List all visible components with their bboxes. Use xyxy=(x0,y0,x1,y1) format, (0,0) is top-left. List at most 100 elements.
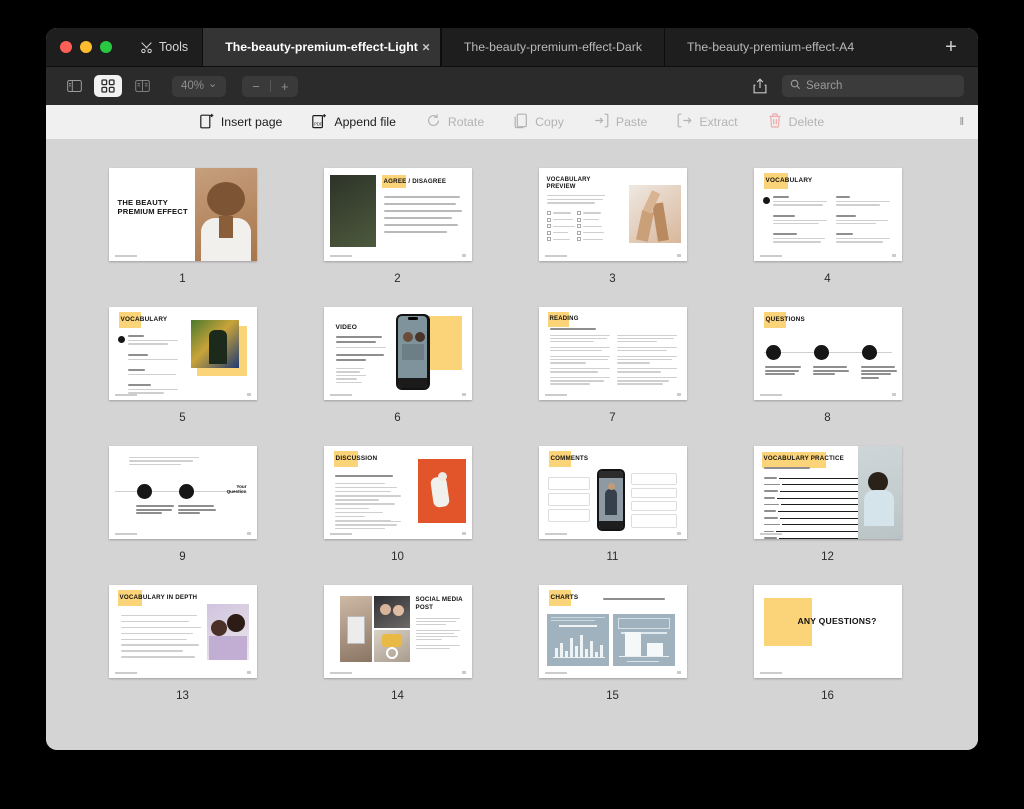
page-cell[interactable]: ANY QUESTIONS? 16 xyxy=(720,585,935,702)
page-cell[interactable]: AGREE / DISAGREE 2 xyxy=(290,168,505,285)
insert-page-button[interactable]: Insert page xyxy=(200,113,282,132)
page-thumbnail-5[interactable]: VOCABULARY xyxy=(108,307,257,400)
page-cell[interactable]: VIDEO 6 xyxy=(290,307,505,424)
page-cell[interactable]: READING 7 xyxy=(505,307,720,424)
new-tab-button[interactable]: + xyxy=(924,28,978,66)
page-thumbnail-6[interactable]: VIDEO xyxy=(323,307,472,400)
sidebar-toggle-icon[interactable] xyxy=(60,75,88,97)
slide-intro-text xyxy=(128,457,199,465)
page-cell[interactable]: CHARTS 15 xyxy=(505,585,720,702)
slide-photo xyxy=(329,175,376,247)
append-file-label: Append file xyxy=(334,115,396,129)
page-thumbnail-11[interactable]: COMMENTS xyxy=(538,446,687,539)
numbered-list xyxy=(120,615,201,658)
pages-grid: THE BEAUTY PREMIUM EFFECT 1 AGREE / DISA… xyxy=(46,140,964,702)
timeline-node xyxy=(136,484,152,499)
paste-label: Paste xyxy=(615,115,648,129)
page-number: 10 xyxy=(391,551,404,563)
minimize-window-button[interactable] xyxy=(80,41,92,53)
slide-page-number xyxy=(676,532,681,535)
tools-button[interactable]: Tools xyxy=(126,28,202,66)
thumbnail-grid-icon[interactable] xyxy=(94,75,122,97)
toolbar-right-group: Search xyxy=(750,75,964,97)
scrollbar-thumb[interactable] xyxy=(966,148,972,744)
chart-bar-panel xyxy=(546,614,609,666)
close-icon[interactable]: × xyxy=(422,41,430,54)
slide-title: VOCABULARY PREVIEW xyxy=(546,177,591,190)
page-number: 2 xyxy=(394,273,401,285)
tab-a4[interactable]: The-beauty-premium-effect-A4 xyxy=(663,28,876,66)
slide-title: SOCIAL MEDIA POST xyxy=(415,596,463,611)
slide-page-number xyxy=(676,671,681,674)
page-cell[interactable]: VOCABULARY xyxy=(720,168,935,285)
timeline-text xyxy=(135,505,176,515)
vertical-scrollbar[interactable] xyxy=(967,144,975,744)
page-number: 9 xyxy=(179,551,186,563)
page-cell[interactable]: Your Question 9 xyxy=(75,446,290,563)
zoom-out-button[interactable]: − xyxy=(242,76,270,97)
page-number: 11 xyxy=(606,551,619,563)
search-icon xyxy=(790,77,801,95)
search-placeholder: Search xyxy=(806,80,843,92)
page-thumbnail-9[interactable]: Your Question xyxy=(108,446,257,539)
page-thumbnail-1[interactable]: THE BEAUTY PREMIUM EFFECT xyxy=(108,168,257,261)
timeline-node xyxy=(813,345,829,360)
paste-button[interactable]: Paste xyxy=(594,113,647,131)
page-cell[interactable]: VOCABULARY IN DEPTH 13 xyxy=(75,585,290,702)
page-number: 15 xyxy=(606,690,619,702)
page-cell[interactable]: QUESTIONS 8 xyxy=(720,307,935,424)
share-icon[interactable] xyxy=(750,76,770,96)
slide-footer xyxy=(759,394,782,396)
rotate-button[interactable]: Rotate xyxy=(426,113,484,131)
page-cell[interactable]: SOCIAL MEDIA POST 14 xyxy=(290,585,505,702)
page-thumbnail-13[interactable]: VOCABULARY IN DEPTH xyxy=(108,585,257,678)
page-cell[interactable]: COMMENTS 11 xyxy=(505,446,720,563)
page-cell[interactable]: THE BEAUTY PREMIUM EFFECT 1 xyxy=(75,168,290,285)
page-thumbnail-12[interactable]: VOCABULARY PRACTICE xyxy=(753,446,902,539)
zoom-level-dropdown[interactable]: 40% ⌄ xyxy=(172,75,227,97)
two-page-view-icon[interactable] xyxy=(128,75,156,97)
slide-list xyxy=(335,368,366,384)
page-cell[interactable]: VOCABULARY PREVIEW 3 xyxy=(505,168,720,285)
paste-icon xyxy=(594,113,609,131)
page-thumbnail-16[interactable]: ANY QUESTIONS? xyxy=(753,585,902,678)
delete-button[interactable]: Delete xyxy=(768,113,824,131)
page-thumbnail-10[interactable]: DISCUSSION xyxy=(323,446,472,539)
rotate-label: Rotate xyxy=(447,115,485,129)
copy-button[interactable]: Copy xyxy=(514,113,564,132)
page-cell[interactable]: VOCABULARY PRACTICE 12 xyxy=(720,446,935,563)
slide-page-number xyxy=(246,532,251,535)
phone-mockup xyxy=(395,314,430,390)
extract-button[interactable]: Extract xyxy=(677,113,738,131)
zoom-window-button[interactable] xyxy=(100,41,112,53)
toolbar-grip-handle[interactable]: ‖ xyxy=(959,116,964,128)
slide-title: VOCABULARY xyxy=(765,177,813,184)
page-thumbnail-15[interactable]: CHARTS xyxy=(538,585,687,678)
slide-title: COMMENTS xyxy=(550,455,589,462)
page-thumbnail-3[interactable]: VOCABULARY PREVIEW xyxy=(538,168,687,261)
zoom-stepper[interactable]: − + xyxy=(242,75,299,97)
app-window: Tools The-beauty-premium-effect-Light × … xyxy=(46,28,978,750)
append-file-button[interactable]: PDF Append file xyxy=(312,113,396,132)
slide-title: AGREE / DISAGREE xyxy=(383,178,447,185)
slide-footer xyxy=(329,672,352,674)
svg-text:PDF: PDF xyxy=(314,121,323,126)
tab-dark[interactable]: The-beauty-premium-effect-Dark xyxy=(440,28,664,66)
slide-footer xyxy=(544,394,567,396)
zoom-in-button[interactable]: + xyxy=(271,76,299,97)
page-thumbnail-8[interactable]: QUESTIONS xyxy=(753,307,902,400)
close-window-button[interactable] xyxy=(60,41,72,53)
page-number: 8 xyxy=(824,412,831,424)
zoom-level-value: 40% xyxy=(181,80,205,92)
page-thumbnail-7[interactable]: READING xyxy=(538,307,687,400)
page-cell[interactable]: DISCUSSION 10 xyxy=(290,446,505,563)
comments-left xyxy=(547,477,590,522)
page-thumbnail-4[interactable]: VOCABULARY xyxy=(753,168,902,261)
timeline-node xyxy=(765,345,781,360)
page-thumbnail-2[interactable]: AGREE / DISAGREE xyxy=(323,168,472,261)
search-input[interactable]: Search xyxy=(782,75,964,97)
page-cell[interactable]: VOCABULARY xyxy=(75,307,290,424)
page-thumbnail-14[interactable]: SOCIAL MEDIA POST xyxy=(323,585,472,678)
rotate-icon xyxy=(426,113,441,131)
tab-light[interactable]: The-beauty-premium-effect-Light × xyxy=(202,28,441,66)
